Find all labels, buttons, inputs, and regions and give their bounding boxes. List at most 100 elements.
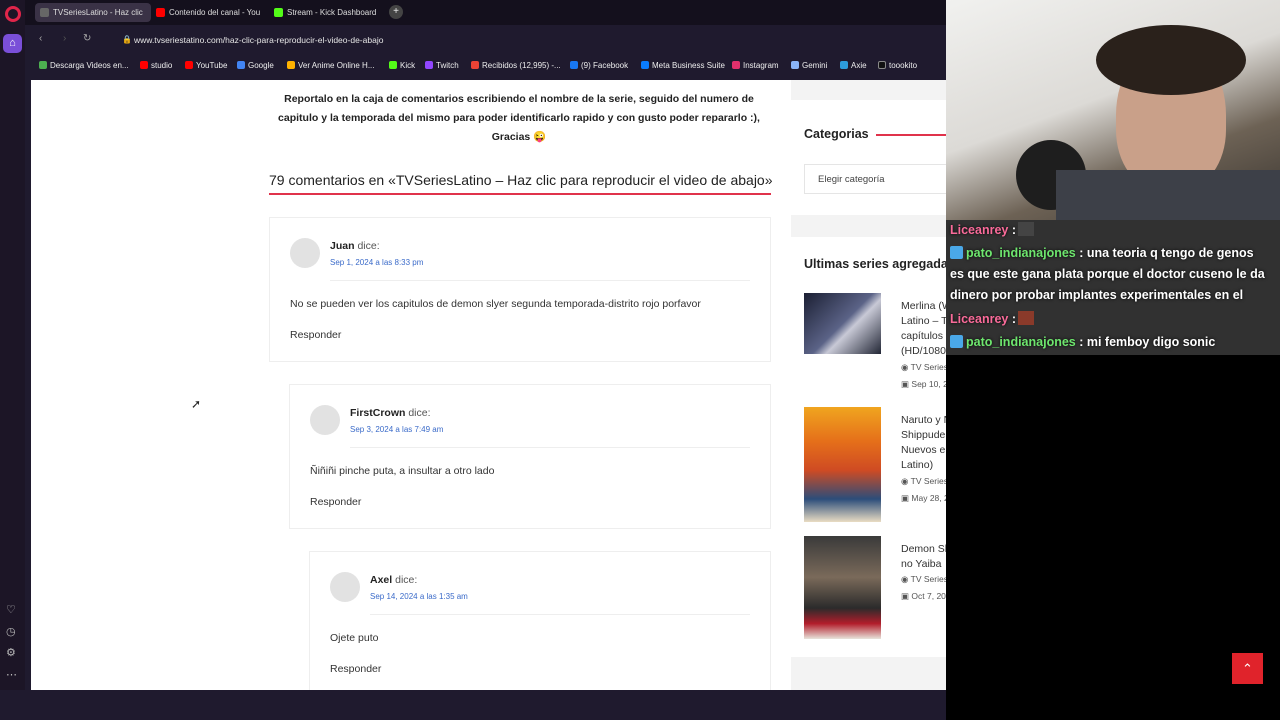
bookmark-icon — [840, 61, 848, 69]
comments-heading: 79 comentarios en «TVSeriesLatino – Haz … — [269, 172, 773, 188]
chat-username: Liceanrey — [950, 312, 1009, 326]
post-author: ◉ TV Series Latino — [901, 362, 946, 373]
post-title[interactable]: Demon Slayer Kimetsu no Yaiba — [901, 542, 946, 572]
bookmark-label: YouTube — [196, 61, 228, 70]
chat-message: Liceanrey : — [950, 311, 1035, 326]
tab-title: Stream - Kick Dashboard — [287, 8, 377, 17]
divider — [350, 447, 750, 448]
reply-link[interactable]: Responder — [330, 663, 381, 675]
bookmark-icon — [471, 61, 479, 69]
bookmark-label: Twitch — [436, 61, 459, 70]
says-label: dice: — [357, 240, 380, 252]
post-item[interactable]: Demon Slayer Kimetsu no Yaiba ◉ TV Serie… — [804, 536, 946, 646]
avatar — [310, 405, 340, 435]
post-author: ◉ TV Series Latino — [901, 476, 946, 487]
bookmark-icon — [641, 61, 649, 69]
more-icon[interactable]: ⋯ — [6, 668, 17, 681]
back-icon[interactable]: ‹ — [39, 33, 42, 44]
history-icon[interactable]: ◷ — [6, 625, 16, 638]
post-item[interactable]: Naruto y Naruto: Shippuden (Temp 16 Nuev… — [804, 407, 946, 527]
tab-kick-dashboard[interactable]: Stream - Kick Dashboard — [269, 3, 385, 22]
chat-username: Liceanrey — [950, 223, 1009, 237]
bookmark-icon — [140, 61, 148, 69]
bookmark-item[interactable]: Axie — [840, 61, 867, 70]
badge-icon — [950, 335, 963, 348]
chat-separator: : — [1075, 246, 1087, 260]
says-label: dice: — [395, 574, 418, 586]
bookmark-item[interactable]: studio — [140, 61, 172, 70]
post-title[interactable]: Merlina (Wednesday) Latino – Todos los c… — [901, 299, 946, 359]
post-meta: ▣ Oct 7, 2024 ◻ 0 — [901, 591, 946, 602]
bookmark-item[interactable]: Recibidos (12,995) -... — [471, 61, 561, 70]
scroll-to-top-button[interactable]: ⌃ — [1232, 653, 1263, 684]
post-date: Oct 7, 2024 — [911, 591, 946, 601]
bookmark-item[interactable]: Meta Business Suite — [641, 61, 725, 70]
chat-message: Liceanrey : — [950, 222, 1035, 237]
bookmark-label: Google — [248, 61, 274, 70]
post-thumbnail[interactable] — [804, 293, 881, 354]
bookmark-icon — [570, 61, 578, 69]
latest-title: Ultimas series agregadas — [804, 257, 946, 271]
divider — [330, 280, 750, 281]
browser-window: ⌂ ♡ ◷ ⚙ ⋯ TVSeriesLatino - Haz clic Cont… — [0, 0, 946, 720]
comment-card: Juan dice: Sep 1, 2024 a las 8:33 pm No … — [269, 217, 771, 362]
post-thumbnail[interactable] — [804, 407, 881, 522]
bookmark-icon — [878, 61, 886, 69]
address-bar-row: ‹ › ↻ 🔒 www.tvseriestatino.com/haz-clic-… — [25, 25, 946, 55]
chat-separator: : — [1008, 223, 1017, 237]
reply-link[interactable]: Responder — [310, 496, 361, 508]
bookmark-item[interactable]: Instagram — [732, 61, 779, 70]
heart-icon[interactable]: ♡ — [6, 603, 16, 616]
avatar — [290, 238, 320, 268]
post-date: Sep 10, 2025 — [911, 379, 946, 389]
bookmark-item[interactable]: (9) Facebook — [570, 61, 628, 70]
badge-icon — [950, 246, 963, 259]
new-tab-button[interactable]: + — [389, 5, 403, 19]
bookmark-icon — [389, 61, 397, 69]
streamer-hair — [1096, 25, 1246, 95]
chat-overlay: Liceanrey : pato_indianajones : una teor… — [946, 220, 1280, 355]
post-thumbnail[interactable] — [804, 536, 881, 639]
bookmark-item[interactable]: Gemini — [791, 61, 827, 70]
bookmark-item[interactable]: Descarga Videos en... — [39, 61, 129, 70]
bookmark-item[interactable]: Google — [237, 61, 274, 70]
tab-favicon-icon — [40, 8, 49, 17]
comment-date[interactable]: Sep 14, 2024 a las 1:35 am — [370, 592, 468, 601]
bookmark-icon — [732, 61, 740, 69]
bookmark-label: (9) Facebook — [581, 61, 629, 70]
forward-icon[interactable]: › — [63, 33, 66, 44]
latest-series-widget: Ultimas series agregadas Merlina (Wednes… — [791, 237, 946, 657]
tab-youtube-studio[interactable]: Contenido del canal - You — [151, 3, 265, 22]
bookmark-label: Instagram — [743, 61, 779, 70]
settings-icon[interactable]: ⚙ — [6, 646, 16, 659]
reply-link[interactable]: Responder — [290, 329, 341, 341]
bookmark-item[interactable]: Twitch — [425, 61, 459, 70]
post-title[interactable]: Naruto y Naruto: Shippuden (Temp 16 Nuev… — [901, 413, 946, 473]
streamer-shirt — [1056, 170, 1280, 220]
bookmark-item[interactable]: toookito — [878, 61, 917, 70]
home-icon[interactable]: ⌂ — [3, 34, 22, 53]
url-field[interactable]: 🔒 www.tvseriestatino.com/haz-clic-para-r… — [120, 31, 940, 49]
post-item[interactable]: Merlina (Wednesday) Latino – Todos los c… — [804, 293, 946, 403]
category-select[interactable]: Elegir categoría — [804, 164, 946, 194]
author-name: FirstCrown — [350, 407, 406, 419]
bookmark-label: toookito — [889, 61, 918, 70]
heading-underline — [269, 193, 771, 195]
comment-date[interactable]: Sep 3, 2024 a las 7:49 am — [350, 425, 443, 434]
browser-sidebar: ⌂ ♡ ◷ ⚙ ⋯ — [0, 0, 25, 690]
bookmarks-bar: Descarga Videos en... studio YouTube Goo… — [25, 55, 946, 77]
bookmark-item[interactable]: YouTube — [185, 61, 227, 70]
youtube-icon — [156, 8, 165, 17]
chat-message: pato_indianajones : mi femboy digo sonic — [950, 335, 1215, 349]
tab-title: Contenido del canal - You — [169, 8, 261, 17]
tab-tvserieslatino[interactable]: TVSeriesLatino - Haz clic — [35, 3, 151, 22]
bookmark-item[interactable]: Kick — [389, 61, 415, 70]
opera-logo-icon[interactable] — [5, 6, 21, 22]
reload-icon[interactable]: ↻ — [83, 33, 91, 44]
bookmark-icon — [237, 61, 245, 69]
bookmark-label: Ver Anime Online H... — [298, 61, 375, 70]
bookmark-item[interactable]: Ver Anime Online H... — [287, 61, 374, 70]
post-meta: ▣ Sep 10, 2025 ◻ 0 — [901, 379, 946, 390]
bookmark-icon — [287, 61, 295, 69]
comment-date[interactable]: Sep 1, 2024 a las 8:33 pm — [330, 258, 423, 267]
